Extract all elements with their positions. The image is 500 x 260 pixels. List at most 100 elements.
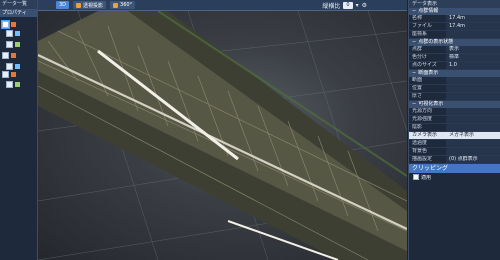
property-row[interactable]: 描画設定 (0) 点群表示	[409, 156, 500, 164]
properties-title: データ表示	[409, 0, 500, 8]
properties-sections: − 点群情報 名称 17.4m ファイル 17.4m 座標系 − 点群の表示状態 点群 表示 色分け標…	[409, 8, 500, 164]
clipping-apply[interactable]: 適用	[409, 173, 500, 181]
property-row[interactable]: ファイル 17.4m	[409, 23, 500, 31]
property-key: 描画設定	[412, 156, 433, 162]
property-row[interactable]: 座標系	[409, 31, 500, 39]
pointcloud-icon	[11, 71, 16, 77]
property-section-header[interactable]: − 点群の表示状態	[409, 39, 500, 46]
panorama-icon	[113, 2, 119, 8]
property-key: 座標系	[412, 31, 428, 37]
property-key: 光源強度	[412, 116, 433, 122]
tree-item-4[interactable]	[6, 62, 20, 70]
view-360-label: 360°	[120, 2, 133, 8]
collapse-icon[interactable]: −	[412, 39, 416, 46]
property-key: 断面	[412, 77, 423, 83]
layer-icon	[15, 41, 20, 47]
property-key: 厚さ	[412, 93, 423, 99]
property-row[interactable]: 点群 表示	[409, 46, 500, 54]
settings-icon[interactable]: ⚙	[362, 2, 367, 9]
tree-item-1[interactable]	[6, 29, 20, 37]
view-3d-button[interactable]: 3D	[56, 1, 70, 9]
perspective-label: 透視投影	[83, 2, 104, 9]
tree-item-3[interactable]	[2, 51, 16, 59]
property-value[interactable]	[446, 93, 500, 100]
checkbox-icon[interactable]	[6, 62, 13, 70]
properties-panel: データ表示 − 点群情報 名称 17.4m ファイル 17.4m 座標系 − 点群の表示状態 点群…	[408, 0, 500, 260]
collapse-icon[interactable]: −	[412, 101, 416, 108]
property-value[interactable]	[446, 148, 500, 155]
property-row[interactable]: 厚さ	[409, 93, 500, 101]
properties-tab[interactable]: プロパティ	[0, 9, 37, 17]
checkbox-icon[interactable]	[2, 51, 9, 59]
property-row[interactable]: 色分け 標準	[409, 54, 500, 62]
view-toolbar: 3D 透視投影 360° 縦横比 0 ▾ ⚙	[38, 0, 407, 11]
property-key: 色分け	[412, 54, 428, 60]
property-value[interactable]	[446, 116, 500, 123]
pointcloud-icon	[11, 21, 16, 27]
property-section-header[interactable]: − 可視化表示	[409, 101, 500, 108]
property-key: 名称	[412, 15, 423, 21]
checkbox-icon[interactable]	[6, 80, 13, 88]
clipping-apply-label: 適用	[421, 174, 432, 181]
view-360-button[interactable]: 360°	[110, 1, 136, 9]
tree-item-5[interactable]	[2, 70, 16, 78]
property-row[interactable]: 位置	[409, 85, 500, 93]
property-row[interactable]: 光源方向	[409, 108, 500, 116]
checkbox-icon[interactable]	[413, 174, 419, 180]
property-value[interactable]	[446, 108, 500, 115]
data-tree-title: データ一覧	[0, 0, 37, 9]
perspective-button[interactable]: 透視投影	[73, 1, 107, 9]
tree-item-2[interactable]	[6, 40, 20, 48]
property-value[interactable]: 1.0	[446, 62, 500, 69]
clipping-panel: クリッピング 適用	[409, 164, 500, 181]
property-section-label: 断面表示	[418, 70, 439, 76]
property-row[interactable]: カメラ表示 メガネ表示	[409, 132, 500, 140]
property-key: 点のサイズ	[412, 62, 437, 68]
property-value[interactable]: 17.4m	[446, 15, 500, 22]
tree-item-root[interactable]	[1, 19, 16, 29]
collapse-icon[interactable]: −	[412, 8, 416, 15]
property-row[interactable]: 断面	[409, 77, 500, 85]
property-row[interactable]: 陰影	[409, 124, 500, 132]
property-value[interactable]: 標準	[446, 54, 500, 61]
property-section-header[interactable]: − 点群情報	[409, 8, 500, 15]
tree-item-6[interactable]	[6, 80, 20, 88]
pointcloud-render	[38, 11, 407, 260]
checkbox-icon[interactable]	[2, 70, 9, 78]
property-value[interactable]: メガネ表示	[446, 132, 500, 139]
property-row[interactable]: 透過度	[409, 140, 500, 148]
property-key: カメラ表示	[409, 132, 446, 139]
camera-icon	[76, 2, 82, 8]
property-row[interactable]: 光源強度	[409, 116, 500, 124]
aspect-label: 縦横比	[322, 2, 341, 10]
collapse-icon[interactable]: −	[412, 70, 416, 77]
property-value[interactable]: (0) 点群表示	[446, 156, 500, 163]
pointcloud-viewport[interactable]	[38, 11, 407, 260]
property-key: 点群	[412, 46, 423, 52]
property-section-header[interactable]: − 断面表示	[409, 70, 500, 77]
checkbox-icon[interactable]	[1, 19, 10, 29]
property-key: ファイル	[412, 23, 433, 29]
layer-icon	[15, 81, 20, 87]
property-row[interactable]: 点のサイズ 1.0	[409, 62, 500, 70]
chevron-down-icon[interactable]: ▾	[356, 2, 359, 9]
property-value[interactable]	[446, 140, 500, 147]
aspect-input[interactable]: 0	[343, 1, 353, 9]
property-row[interactable]: 名称 17.4m	[409, 15, 500, 23]
property-value[interactable]	[446, 124, 500, 131]
pointcloud-icon	[11, 52, 16, 58]
folder-icon	[15, 63, 20, 69]
property-value[interactable]: 表示	[446, 46, 500, 53]
property-value[interactable]	[446, 85, 500, 92]
checkbox-icon[interactable]	[6, 29, 13, 37]
property-value[interactable]: 17.4m	[446, 23, 500, 30]
aspect-control: 縦横比 0 ▾ ⚙	[322, 1, 367, 10]
property-section-label: 点群の表示状態	[418, 39, 454, 45]
property-value[interactable]	[446, 31, 500, 38]
property-value[interactable]	[446, 77, 500, 84]
checkbox-icon[interactable]	[6, 40, 13, 48]
property-row[interactable]: 背景色	[409, 148, 500, 156]
folder-icon	[15, 30, 20, 36]
data-tree-panel: データ一覧 プロパティ	[0, 0, 38, 260]
property-key: 透過度	[412, 140, 428, 146]
